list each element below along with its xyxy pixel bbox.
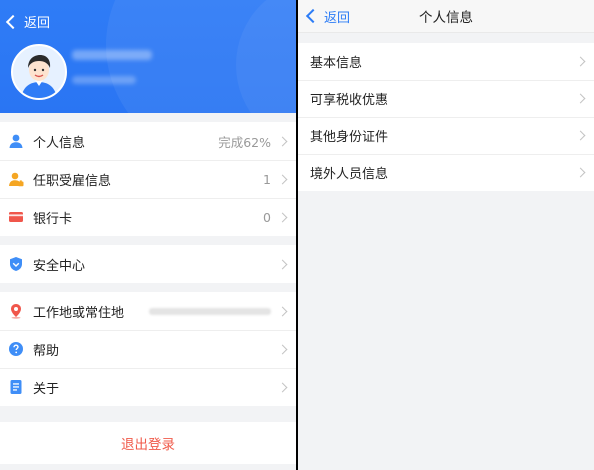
screen: 返回 个人信息 完成62% 任职受雇信息 1 银行卡 0 安全中心 工作地或常住… <box>0 0 594 470</box>
chevron-right-icon <box>277 259 288 269</box>
list-item-label: 可享税收优惠 <box>310 93 389 108</box>
menu-item-label: 个人信息 <box>33 135 86 151</box>
list-item-other-id[interactable]: 其他身份证件 <box>298 117 594 154</box>
back-button[interactable]: 返回 <box>5 12 51 31</box>
back-label: 返回 <box>24 16 51 31</box>
userid-redacted <box>72 76 136 84</box>
bank-card-icon <box>7 208 25 226</box>
list-item-label: 其他身份证件 <box>310 130 389 145</box>
menu-item-label: 工作地或常住地 <box>33 305 125 321</box>
menu-item-about[interactable]: 关于 <box>0 368 296 406</box>
info-list: 基本信息 可享税收优惠 其他身份证件 境外人员信息 <box>298 43 594 191</box>
bank-card-count: 0 <box>263 209 271 225</box>
menu-item-employment-info[interactable]: 任职受雇信息 1 <box>0 160 296 198</box>
chevron-right-icon <box>277 212 288 222</box>
menu-item-work-location[interactable]: 工作地或常住地 <box>0 292 296 330</box>
menu-item-personal-info[interactable]: 个人信息 完成62% <box>0 122 296 160</box>
menu-item-label: 银行卡 <box>33 211 73 227</box>
completion-value: 完成62% <box>218 134 271 150</box>
menu-item-label: 安全中心 <box>33 258 86 274</box>
chevron-right-icon <box>575 56 586 67</box>
chevron-right-icon <box>277 344 288 354</box>
nav-bar: 返回 个人信息 <box>298 0 594 33</box>
location-pin-icon <box>7 302 25 320</box>
list-item-tax-benefits[interactable]: 可享税收优惠 <box>298 80 594 117</box>
chevron-left-icon <box>5 14 21 29</box>
profile-panel: 返回 个人信息 完成62% 任职受雇信息 1 银行卡 0 安全中心 工作地或常住… <box>0 0 296 470</box>
list-item-label: 基本信息 <box>310 56 363 71</box>
menu-group-security: 安全中心 <box>0 245 296 283</box>
address-redacted <box>149 307 271 315</box>
personal-info-panel: 返回 个人信息 基本信息 可享税收优惠 其他身份证件 境外人员信息 <box>298 0 594 470</box>
menu-item-bank-card[interactable]: 银行卡 0 <box>0 198 296 236</box>
chevron-left-icon <box>305 8 321 24</box>
menu-item-label: 任职受雇信息 <box>33 173 112 189</box>
username-redacted <box>72 50 152 60</box>
document-icon <box>7 378 25 396</box>
avatar[interactable] <box>11 44 67 100</box>
list-item-basic-info[interactable]: 基本信息 <box>298 43 594 80</box>
chevron-right-icon <box>277 136 288 146</box>
employment-count: 1 <box>263 171 271 187</box>
shield-icon <box>7 255 25 273</box>
help-icon <box>7 340 25 358</box>
menu-group-personal: 个人信息 完成62% 任职受雇信息 1 银行卡 0 <box>0 122 296 236</box>
menu-item-help[interactable]: 帮助 <box>0 330 296 368</box>
chevron-right-icon <box>277 382 288 392</box>
chevron-right-icon <box>575 130 586 141</box>
list-item-label: 境外人员信息 <box>310 167 389 182</box>
menu-item-label: 帮助 <box>33 343 60 359</box>
list-item-overseas-info[interactable]: 境外人员信息 <box>298 154 594 191</box>
menu-group-other: 工作地或常住地 帮助 关于 <box>0 292 296 406</box>
menu-item-label: 关于 <box>33 381 60 397</box>
chevron-right-icon <box>575 93 586 104</box>
user-avatar-icon <box>13 46 65 98</box>
chevron-right-icon <box>277 174 288 184</box>
person-icon <box>7 132 25 150</box>
logout-button[interactable]: 退出登录 <box>0 422 296 464</box>
menu-item-security-center[interactable]: 安全中心 <box>0 245 296 283</box>
chevron-right-icon <box>277 306 288 316</box>
employee-icon <box>7 170 25 188</box>
profile-header: 返回 <box>0 0 296 113</box>
back-label: 返回 <box>324 10 351 26</box>
back-button[interactable]: 返回 <box>305 7 351 26</box>
chevron-right-icon <box>575 167 586 178</box>
